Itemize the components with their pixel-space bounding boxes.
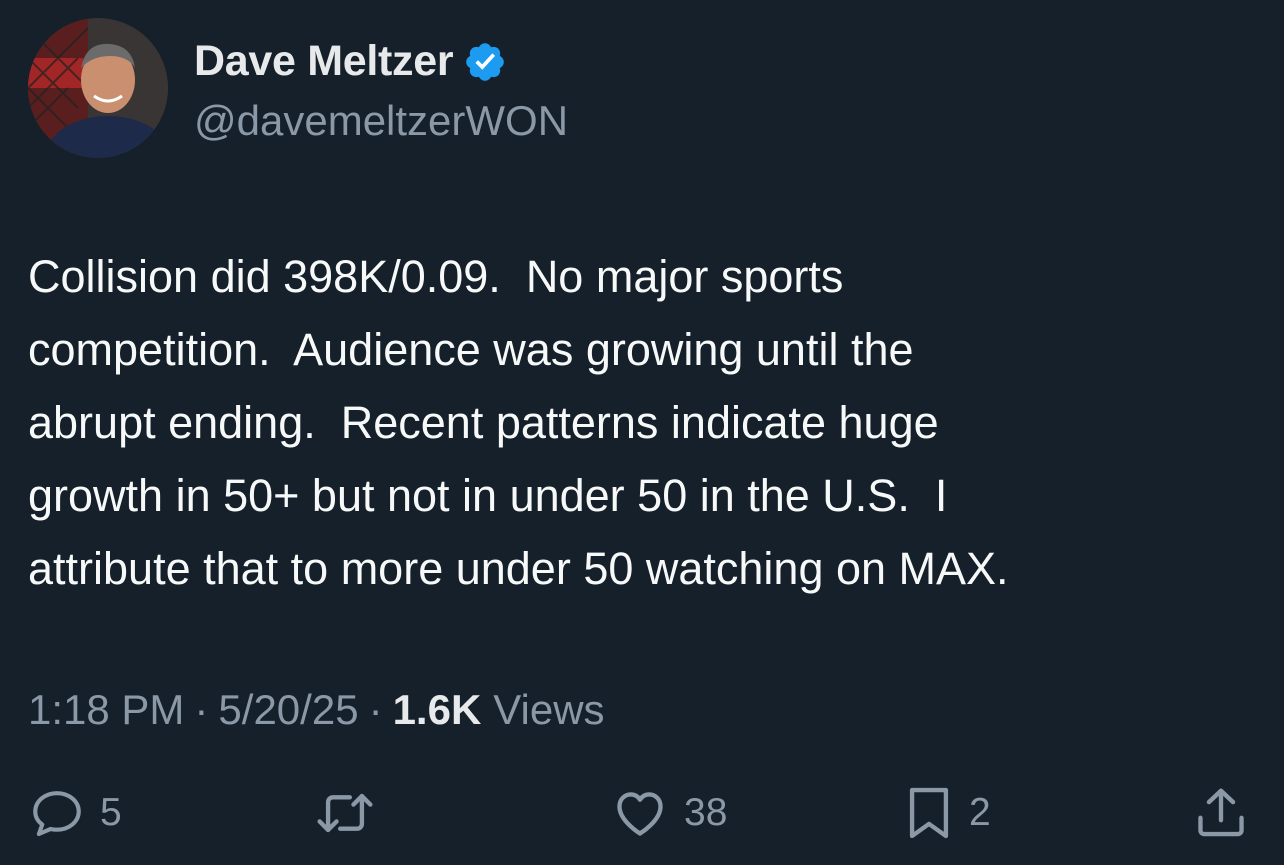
tweet-text: Collision did 398K/0.09. No major sports…: [28, 251, 1009, 594]
heart-icon: [610, 784, 670, 842]
author-display-name[interactable]: Dave Meltzer: [194, 36, 454, 86]
like-button[interactable]: 38: [610, 783, 727, 843]
meta-separator: ·: [368, 686, 383, 733]
reply-count: 5: [100, 791, 122, 834]
views-count: 1.6K: [392, 686, 482, 733]
tweet-time[interactable]: 1:18 PM: [28, 683, 184, 737]
bookmark-icon: [903, 784, 955, 842]
share-icon: [1192, 784, 1250, 842]
reply-button[interactable]: 5: [28, 783, 122, 843]
author-handle[interactable]: @davemeltzerWON: [194, 96, 568, 146]
bookmark-count: 2: [969, 791, 991, 834]
bookmark-button[interactable]: 2: [903, 783, 991, 843]
author-name-row[interactable]: Dave Meltzer: [194, 36, 507, 86]
views-label: Views: [493, 686, 605, 733]
avatar-image: [28, 18, 168, 158]
tweet-date[interactable]: 5/20/25: [218, 683, 358, 737]
share-button[interactable]: [1192, 783, 1250, 843]
tweet-meta: 1:18 PM · 5/20/25 · 1.6K Views: [28, 683, 605, 737]
retweet-button[interactable]: [312, 783, 378, 843]
like-count: 38: [684, 791, 728, 834]
avatar[interactable]: [28, 18, 168, 158]
verified-badge-icon: [463, 40, 507, 84]
reply-icon: [28, 784, 86, 842]
retweet-icon: [312, 784, 378, 842]
tweet: Dave Meltzer @davemeltzerWON Collision d…: [0, 0, 1284, 865]
meta-separator: ·: [194, 686, 209, 733]
